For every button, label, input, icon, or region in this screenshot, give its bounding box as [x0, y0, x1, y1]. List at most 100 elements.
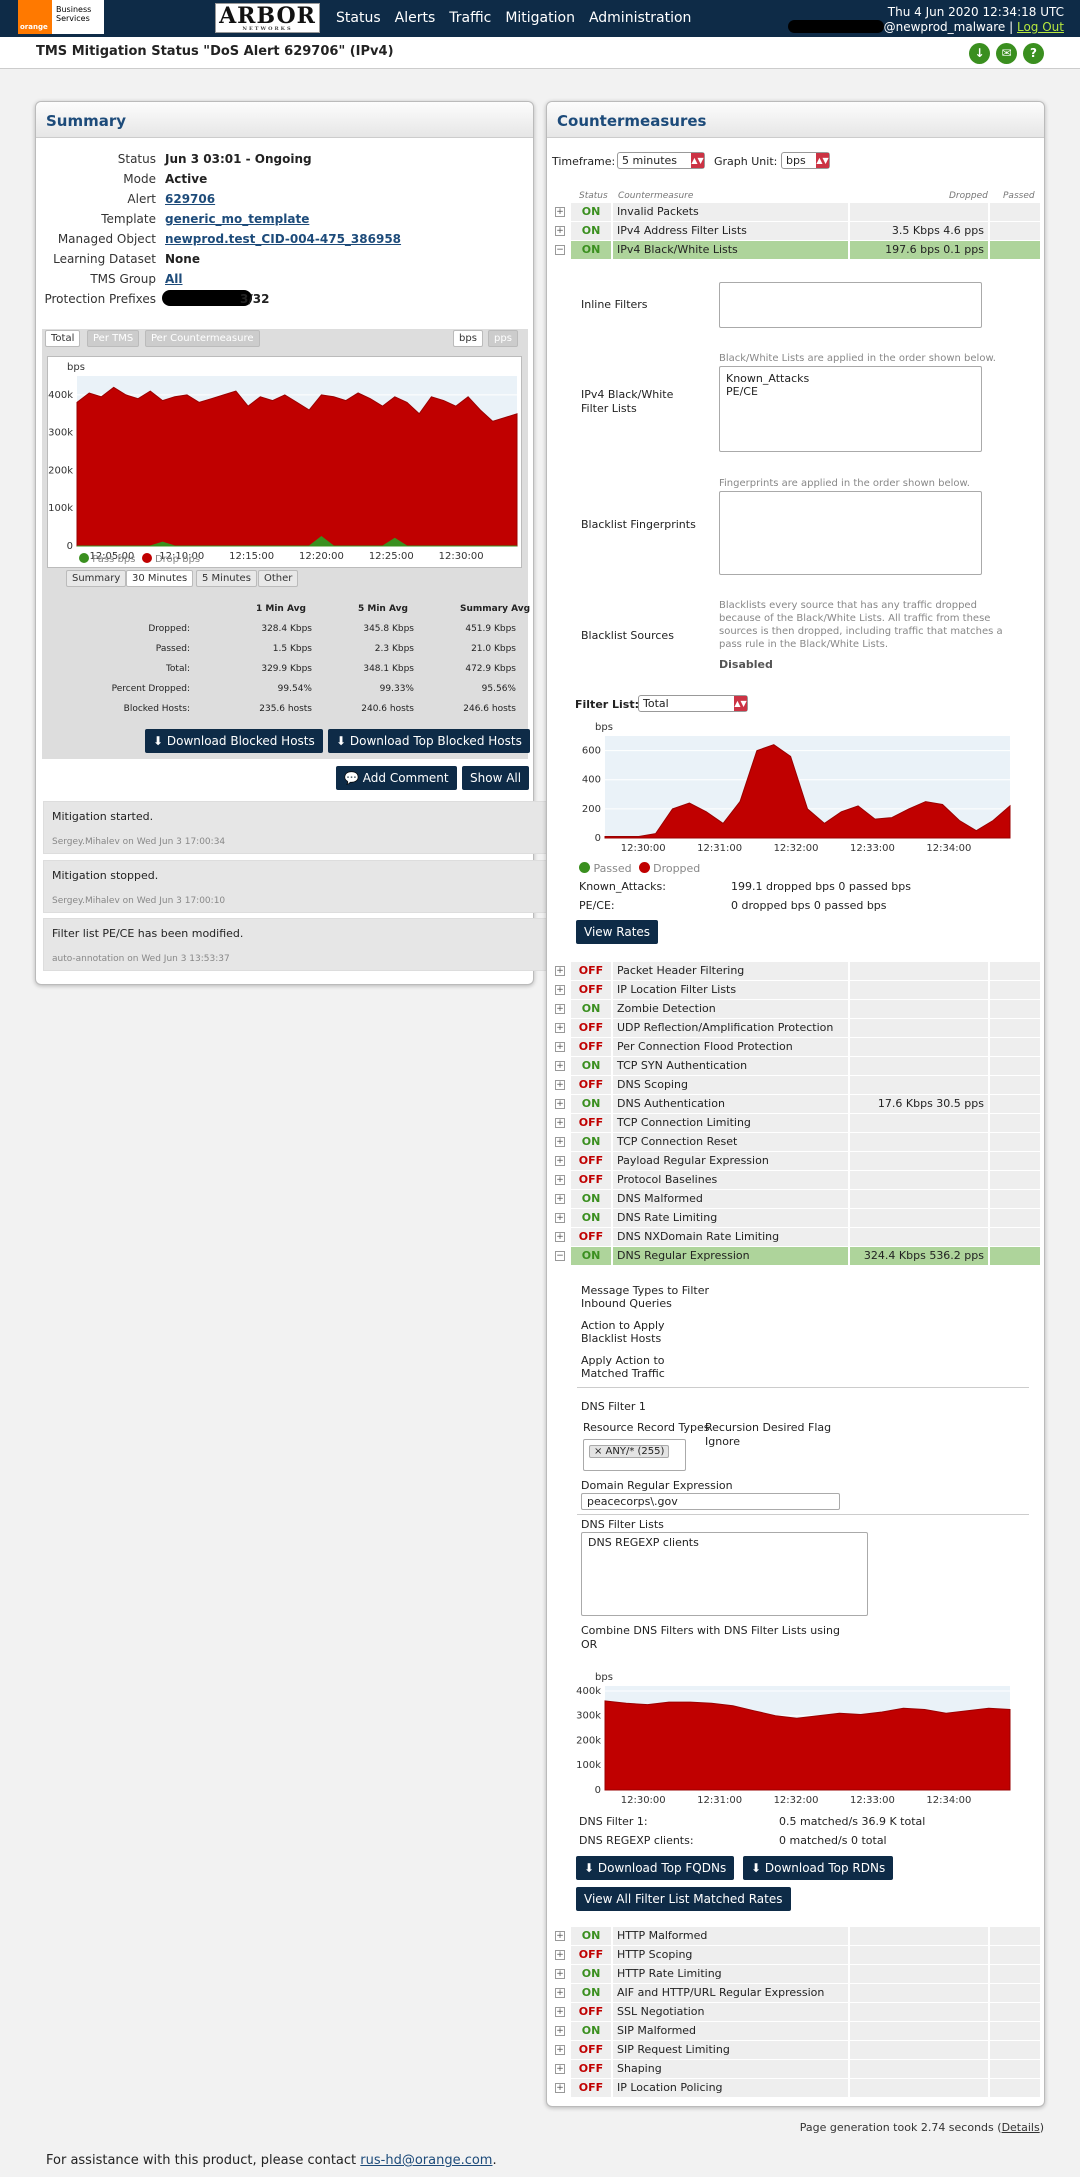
- countermeasure-row[interactable]: + OFF Packet Header Filtering: [555, 962, 1040, 980]
- record-types-field[interactable]: × ANY/* (255): [583, 1439, 686, 1471]
- countermeasure-row[interactable]: − ON DNS Regular Expression 324.4 Kbps 536.…: [555, 1247, 1040, 1265]
- countermeasure-row[interactable]: + OFF Shaping: [555, 2060, 1040, 2078]
- countermeasure-row[interactable]: + ON AIF and HTTP/URL Regular Expression: [555, 1984, 1040, 2002]
- countermeasure-row[interactable]: + OFF IP Location Filter Lists: [555, 981, 1040, 999]
- stat-label: Passed:: [155, 644, 190, 654]
- countermeasure-row[interactable]: + ON DNS Malformed: [555, 1190, 1040, 1208]
- countermeasure-row[interactable]: + OFF TCP Connection Limiting: [555, 1114, 1040, 1132]
- expand-icon[interactable]: +: [555, 1175, 565, 1185]
- unit-bps[interactable]: bps: [453, 330, 483, 347]
- details-link[interactable]: Details: [1002, 2121, 1040, 2134]
- record-type-tag[interactable]: × ANY/* (255): [589, 1445, 670, 1458]
- filter-list-select[interactable]: Total ▲▼: [638, 695, 748, 712]
- cm-passed: [990, 241, 1040, 259]
- expand-icon[interactable]: +: [555, 1931, 565, 1941]
- bw-filter-lists-field[interactable]: Known_Attacks PE/CE: [719, 366, 982, 452]
- countermeasure-row[interactable]: + OFF SIP Request Limiting: [555, 2041, 1040, 2059]
- range-30-minutes[interactable]: 30 Minutes: [126, 570, 194, 587]
- countermeasure-row[interactable]: + ON Invalid Packets: [555, 203, 1040, 221]
- expand-icon[interactable]: +: [555, 2083, 565, 2093]
- expand-icon[interactable]: +: [555, 1080, 565, 1090]
- download-top-rdns-button[interactable]: ⬇ Download Top RDNs: [743, 1856, 894, 1880]
- expand-icon[interactable]: +: [555, 1194, 565, 1204]
- nav-mitigation[interactable]: Mitigation: [505, 10, 575, 26]
- nav-status[interactable]: Status: [336, 10, 381, 26]
- download-icon[interactable]: ↓: [969, 43, 990, 64]
- download-top-fqdns-button[interactable]: ⬇ Download Top FQDNs: [576, 1856, 735, 1880]
- view-rates-button[interactable]: View Rates: [576, 920, 659, 944]
- support-email-link[interactable]: rus-hd@orange.com: [360, 2153, 492, 2168]
- tab-per-tms[interactable]: Per TMS: [87, 330, 140, 347]
- view-all-filter-list-rates-button[interactable]: View All Filter List Matched Rates: [576, 1887, 791, 1911]
- countermeasure-row[interactable]: + ON IPv4 Address Filter Lists 3.5 Kbps 4.6…: [555, 222, 1040, 240]
- expand-icon[interactable]: +: [555, 1232, 565, 1242]
- countermeasure-row[interactable]: + ON HTTP Malformed: [555, 1927, 1040, 1945]
- expand-icon[interactable]: +: [555, 1023, 565, 1033]
- expand-icon[interactable]: +: [555, 1004, 565, 1014]
- expand-icon[interactable]: +: [555, 207, 565, 217]
- expand-icon[interactable]: +: [555, 1213, 565, 1223]
- countermeasure-row[interactable]: + ON Zombie Detection: [555, 1000, 1040, 1018]
- expand-icon[interactable]: +: [555, 985, 565, 995]
- mail-icon[interactable]: ✉: [996, 43, 1017, 64]
- nav-traffic[interactable]: Traffic: [449, 10, 491, 26]
- graph-unit-select[interactable]: bps ▲▼: [781, 152, 830, 169]
- download-top-blocked-hosts-button[interactable]: ⬇ Download Top Blocked Hosts: [328, 729, 530, 753]
- countermeasure-row[interactable]: + ON HTTP Rate Limiting: [555, 1965, 1040, 1983]
- logout-link[interactable]: Log Out: [1017, 20, 1064, 34]
- countermeasure-row[interactable]: + ON DNS Authentication 17.6 Kbps 30.5 pps: [555, 1095, 1040, 1113]
- range-other[interactable]: Other: [258, 570, 299, 587]
- help-icon[interactable]: ?: [1023, 43, 1044, 64]
- expand-icon[interactable]: −: [555, 1251, 565, 1261]
- countermeasure-row[interactable]: + OFF DNS NXDomain Rate Limiting: [555, 1228, 1040, 1246]
- nav-administration[interactable]: Administration: [589, 10, 691, 26]
- nav-alerts[interactable]: Alerts: [395, 10, 436, 26]
- dns-filter-lists-field[interactable]: DNS REGEXP clients: [581, 1532, 868, 1616]
- range-5-minutes[interactable]: 5 Minutes: [196, 570, 257, 587]
- expand-icon[interactable]: +: [555, 1950, 565, 1960]
- range-summary[interactable]: Summary: [66, 570, 127, 587]
- expand-icon[interactable]: +: [555, 1988, 565, 1998]
- blacklist-fingerprints-field[interactable]: [719, 491, 982, 575]
- add-comment-button[interactable]: 💬 Add Comment: [336, 766, 457, 790]
- expand-icon[interactable]: +: [555, 1061, 565, 1071]
- expand-icon[interactable]: +: [555, 2026, 565, 2036]
- countermeasure-row[interactable]: + OFF HTTP Scoping: [555, 1946, 1040, 1964]
- unit-pps[interactable]: pps: [488, 330, 518, 347]
- expand-icon[interactable]: +: [555, 1137, 565, 1147]
- domain-regex-input[interactable]: peacecorps\.gov: [581, 1493, 840, 1510]
- countermeasure-row[interactable]: + OFF UDP Reflection/Amplification Protect…: [555, 1019, 1040, 1037]
- timeframe-select[interactable]: 5 minutes ▲▼: [617, 152, 705, 169]
- countermeasure-row[interactable]: − ON IPv4 Black/White Lists 197.6 bps 0.1 p…: [555, 241, 1040, 259]
- expand-icon[interactable]: +: [555, 2007, 565, 2017]
- show-all-button[interactable]: Show All: [462, 766, 530, 790]
- countermeasure-row[interactable]: + ON TCP Connection Reset: [555, 1133, 1040, 1151]
- expand-icon[interactable]: +: [555, 1156, 565, 1166]
- countermeasure-row[interactable]: + OFF IP Location Policing: [555, 2079, 1040, 2097]
- countermeasure-row[interactable]: + OFF SSL Negotiation: [555, 2003, 1040, 2021]
- expand-icon[interactable]: +: [555, 966, 565, 976]
- alert-link[interactable]: 629706: [165, 192, 215, 206]
- tms-group-link[interactable]: All: [165, 272, 183, 286]
- expand-icon[interactable]: +: [555, 226, 565, 236]
- expand-icon[interactable]: +: [555, 2064, 565, 2074]
- download-blocked-hosts-button[interactable]: ⬇ Download Blocked Hosts: [145, 729, 323, 753]
- countermeasure-row[interactable]: + ON TCP SYN Authentication: [555, 1057, 1040, 1075]
- managed-object-link[interactable]: newprod.test_CID-004-475_386958: [165, 232, 401, 246]
- expand-icon[interactable]: +: [555, 1118, 565, 1128]
- countermeasure-row[interactable]: + OFF DNS Scoping: [555, 1076, 1040, 1094]
- countermeasure-row[interactable]: + ON DNS Rate Limiting: [555, 1209, 1040, 1227]
- template-link[interactable]: generic_mo_template: [165, 212, 309, 226]
- countermeasure-row[interactable]: + OFF Per Connection Flood Protection: [555, 1038, 1040, 1056]
- expand-icon[interactable]: +: [555, 1099, 565, 1109]
- expand-icon[interactable]: −: [555, 245, 565, 255]
- expand-icon[interactable]: +: [555, 2045, 565, 2055]
- countermeasure-row[interactable]: + OFF Payload Regular Expression: [555, 1152, 1040, 1170]
- inline-filters-field[interactable]: [719, 282, 982, 328]
- tab-per-countermeasure[interactable]: Per Countermeasure: [145, 330, 260, 347]
- expand-icon[interactable]: +: [555, 1042, 565, 1052]
- countermeasure-row[interactable]: + OFF Protocol Baselines: [555, 1171, 1040, 1189]
- expand-icon[interactable]: +: [555, 1969, 565, 1979]
- countermeasure-row[interactable]: + ON SIP Malformed: [555, 2022, 1040, 2040]
- tab-total[interactable]: Total: [45, 330, 81, 347]
